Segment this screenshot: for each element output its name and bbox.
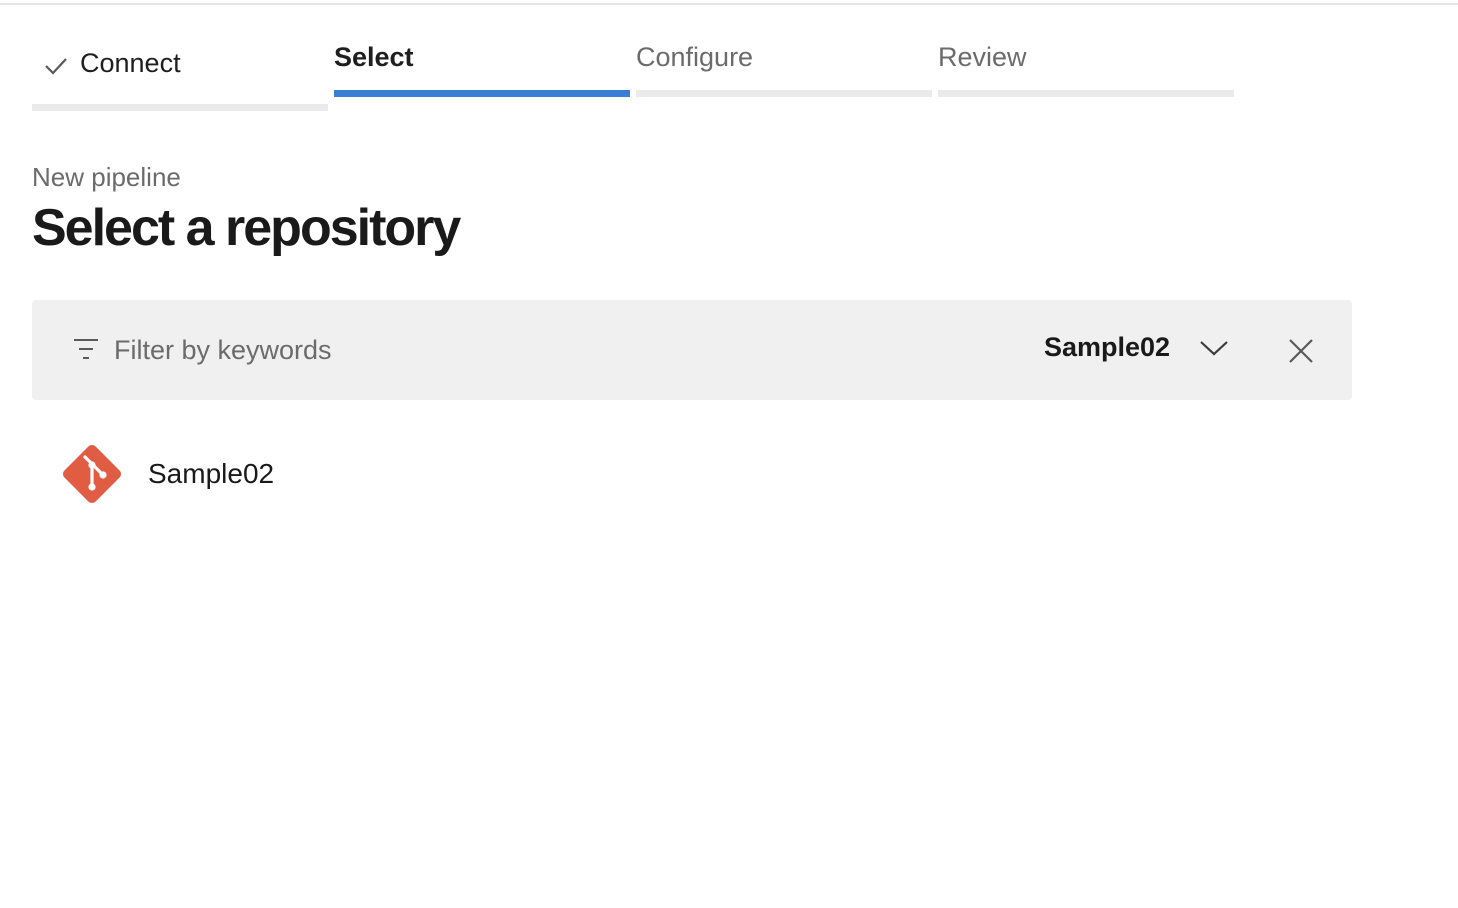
repository-name: Sample02 (148, 458, 275, 489)
project-dropdown-value: Sample02 (1044, 332, 1171, 362)
step-label: Review (938, 42, 1027, 72)
step-progress-bar (938, 90, 1234, 97)
repository-list-item[interactable]: Sample02 (32, 430, 1352, 520)
step-review: Review (938, 36, 1234, 112)
check-icon (45, 58, 67, 75)
filter-keywords-input[interactable] (114, 330, 714, 370)
close-icon[interactable] (1284, 334, 1318, 368)
step-configure: Configure (636, 36, 932, 112)
wizard-steps: Connect Select Configure Review (32, 36, 1236, 116)
step-label: Connect (80, 48, 181, 78)
step-progress-bar (636, 90, 932, 97)
filter-bar: Sample02 (32, 300, 1352, 400)
step-label: Configure (636, 42, 754, 72)
step-progress-bar (32, 104, 328, 111)
filter-icon (74, 339, 98, 359)
git-icon (62, 444, 122, 504)
top-divider (0, 0, 1458, 5)
step-progress-bar-active (334, 90, 630, 97)
page-subtitle: New pipeline (32, 162, 181, 192)
step-connect[interactable]: Connect (32, 36, 328, 112)
step-label: Select (334, 42, 414, 72)
chevron-down-icon (1200, 341, 1228, 356)
step-select[interactable]: Select (334, 36, 630, 112)
page-title: Select a repository (32, 199, 461, 257)
project-dropdown[interactable]: Sample02 (1036, 328, 1232, 372)
